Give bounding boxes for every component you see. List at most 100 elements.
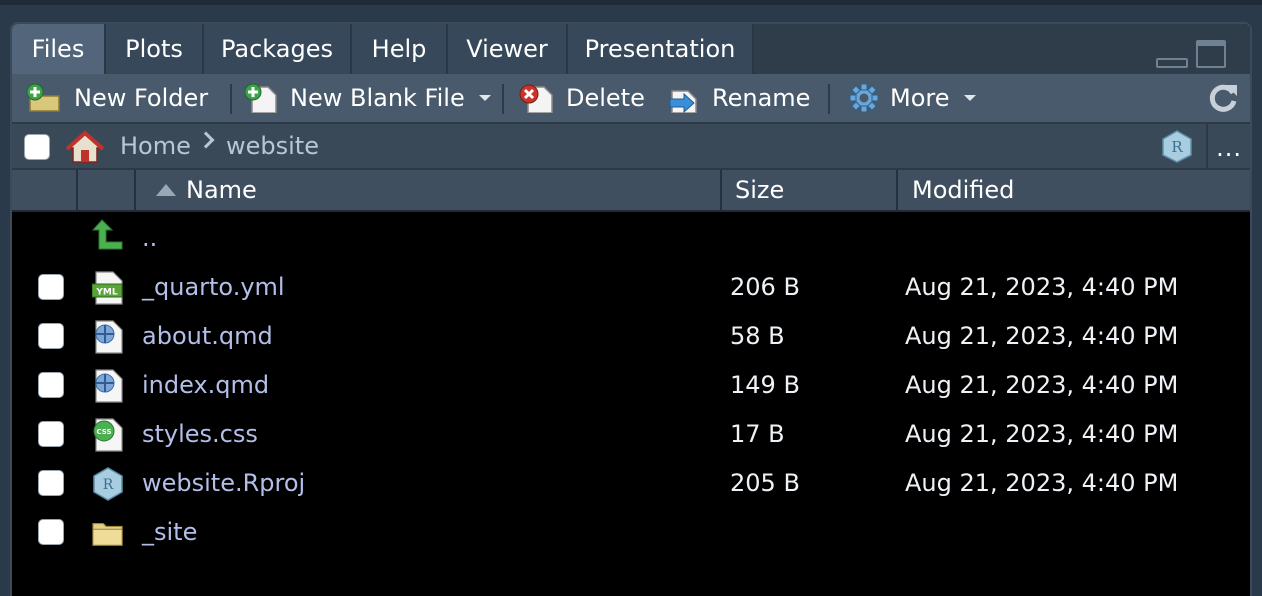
tab-plots-label: Plots xyxy=(125,35,183,63)
header-icon-column xyxy=(78,170,136,210)
file-modified: Aug 21, 2023, 4:40 PM xyxy=(905,322,1179,350)
tab-viewer-label: Viewer xyxy=(466,35,548,63)
path-bar-divider xyxy=(1206,124,1208,170)
file-name[interactable]: _quarto.yml xyxy=(142,273,285,301)
tab-bar: Files Plots Packages Help Viewer Present… xyxy=(12,24,1250,74)
toolbar-divider xyxy=(502,84,504,114)
folder-name[interactable]: _site xyxy=(142,518,197,546)
svg-text:YML: YML xyxy=(95,288,117,298)
file-row[interactable]: index.qmd 149 B Aug 21, 2023, 4:40 PM xyxy=(12,361,1250,410)
new-file-icon xyxy=(244,83,277,113)
file-checkbox[interactable] xyxy=(38,274,64,300)
refresh-icon xyxy=(1209,84,1237,112)
minimize-pane-icon[interactable] xyxy=(1156,58,1188,68)
select-all-checkbox[interactable] xyxy=(24,134,50,160)
name-column-header[interactable]: Name xyxy=(136,170,722,210)
file-size: 149 B xyxy=(730,371,800,399)
css-file-icon: CSS xyxy=(93,418,123,452)
delete-button[interactable]: Delete xyxy=(516,74,645,122)
top-strip xyxy=(0,0,1262,10)
folder-row[interactable]: _site xyxy=(12,508,1250,557)
header-checkbox-column xyxy=(12,170,78,210)
rproject-icon[interactable]: R xyxy=(1160,129,1194,163)
path-bar: Home website R ... xyxy=(12,122,1250,170)
chevron-right-icon xyxy=(197,131,215,149)
tab-packages-label: Packages xyxy=(221,35,333,63)
file-name[interactable]: styles.css xyxy=(142,420,258,448)
toolbar-divider xyxy=(230,84,232,114)
file-name[interactable]: website.Rproj xyxy=(142,469,305,497)
files-toolbar: New Folder New Blank File Delete Rename … xyxy=(12,74,1250,122)
delete-label: Delete xyxy=(566,84,645,112)
up-arrow-icon xyxy=(92,219,123,250)
tab-viewer[interactable]: Viewer xyxy=(448,24,568,74)
tab-packages[interactable]: Packages xyxy=(204,24,352,74)
modified-column-header[interactable]: Modified xyxy=(898,170,1250,210)
file-size: 17 B xyxy=(730,420,785,448)
chevron-down-icon xyxy=(478,95,491,101)
file-modified: Aug 21, 2023, 4:40 PM xyxy=(905,371,1179,399)
file-checkbox[interactable] xyxy=(38,372,64,398)
file-modified: Aug 21, 2023, 4:40 PM xyxy=(905,420,1179,448)
file-modified: Aug 21, 2023, 4:40 PM xyxy=(905,273,1179,301)
file-row[interactable]: R website.Rproj 205 B Aug 21, 2023, 4:40… xyxy=(12,459,1250,508)
tab-plots[interactable]: Plots xyxy=(106,24,204,74)
quarto-file-icon xyxy=(95,369,123,403)
file-size: 206 B xyxy=(730,273,800,301)
file-checkbox[interactable] xyxy=(38,421,64,447)
breadcrumb-current[interactable]: website xyxy=(226,132,319,160)
svg-text:R: R xyxy=(1171,138,1183,156)
file-checkbox[interactable] xyxy=(38,323,64,349)
toolbar-divider xyxy=(828,84,830,114)
modified-column-label: Modified xyxy=(912,176,1015,204)
refresh-button[interactable] xyxy=(1206,74,1240,122)
delete-icon xyxy=(519,84,553,113)
file-checkbox[interactable] xyxy=(38,470,64,496)
tab-help-label: Help xyxy=(371,35,427,63)
more-button[interactable]: More xyxy=(848,74,976,122)
parent-directory-row[interactable]: .. xyxy=(12,214,1250,263)
folder-icon xyxy=(92,523,123,546)
window-controls xyxy=(1156,40,1230,70)
new-blank-file-label: New Blank File xyxy=(290,84,465,112)
new-folder-icon xyxy=(26,83,60,112)
rename-icon xyxy=(669,90,697,113)
tab-presentation[interactable]: Presentation xyxy=(568,24,754,74)
file-size: 58 B xyxy=(730,322,785,350)
chevron-down-icon xyxy=(963,95,976,101)
file-modified: Aug 21, 2023, 4:40 PM xyxy=(905,469,1179,497)
path-overflow-button[interactable]: ... xyxy=(1216,134,1242,162)
name-column-label: Name xyxy=(186,176,257,204)
file-row[interactable]: CSS styles.css 17 B Aug 21, 2023, 4:40 P… xyxy=(12,410,1250,459)
svg-text:CSS: CSS xyxy=(96,428,111,436)
files-pane: Files Plots Packages Help Viewer Present… xyxy=(10,22,1252,596)
file-row[interactable]: about.qmd 58 B Aug 21, 2023, 4:40 PM xyxy=(12,312,1250,361)
file-list-header: Name Size Modified xyxy=(12,170,1250,212)
file-size: 205 B xyxy=(730,469,800,497)
file-row[interactable]: YML _quarto.yml 206 B Aug 21, 2023, 4:40… xyxy=(12,263,1250,312)
quarto-file-icon xyxy=(95,320,123,354)
tab-presentation-label: Presentation xyxy=(584,35,736,63)
tab-files-label: Files xyxy=(31,35,85,63)
sort-ascending-icon xyxy=(156,184,176,196)
rproj-file-icon: R xyxy=(93,467,123,501)
file-checkbox[interactable] xyxy=(38,519,64,545)
tab-help[interactable]: Help xyxy=(352,24,448,74)
yml-file-icon: YML xyxy=(92,271,123,305)
rename-button[interactable]: Rename xyxy=(666,74,810,122)
maximize-pane-icon[interactable] xyxy=(1196,40,1226,68)
size-column-header[interactable]: Size xyxy=(722,170,898,210)
gear-icon xyxy=(849,83,879,113)
rename-label: Rename xyxy=(712,84,811,112)
home-icon[interactable] xyxy=(66,130,104,164)
top-strip-inner xyxy=(0,0,1262,5)
parent-directory-label: .. xyxy=(142,224,158,252)
svg-text:R: R xyxy=(103,477,114,493)
file-name[interactable]: index.qmd xyxy=(142,371,269,399)
breadcrumb-home[interactable]: Home xyxy=(120,132,191,160)
new-folder-button[interactable]: New Folder xyxy=(24,74,208,122)
tab-files[interactable]: Files xyxy=(12,24,106,74)
new-blank-file-button[interactable]: New Blank File xyxy=(242,74,491,122)
more-label: More xyxy=(890,84,950,112)
file-name[interactable]: about.qmd xyxy=(142,322,273,350)
